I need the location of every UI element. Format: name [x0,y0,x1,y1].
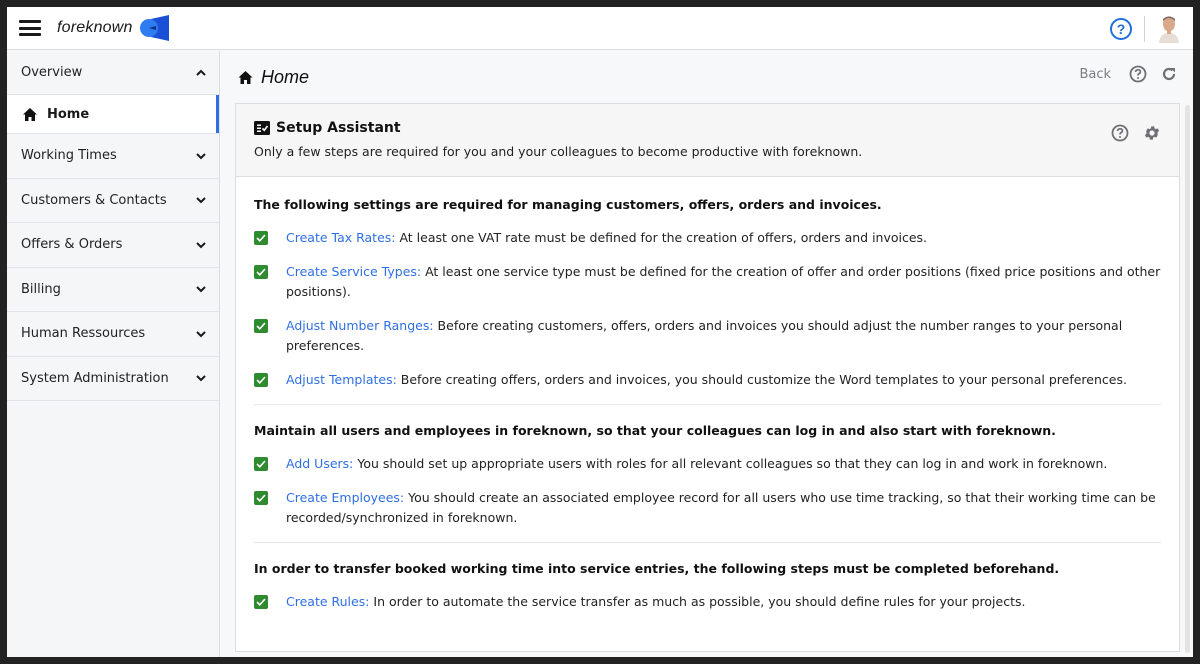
task-link-create-tax-rates[interactable]: Create Tax Rates: [286,230,396,245]
sidebar-item-working-times[interactable]: Working Times [7,134,219,179]
check-icon [256,598,266,606]
help-icon[interactable] [1111,124,1129,142]
card-body: The following settings are required for … [236,177,1179,612]
check-icon [256,322,266,330]
sidebar-item-label: Offers & Orders [21,237,123,253]
top-bar: foreknown ? [7,7,1193,50]
check-icon [256,376,266,384]
task-description: You should set up appropriate users with… [353,456,1108,471]
task-item: Adjust Templates: Before creating offers… [254,370,1161,390]
refresh-icon[interactable] [1161,66,1177,82]
task-link-adjust-number-ranges[interactable]: Adjust Number Ranges: [286,318,434,333]
main-content: Home Back Setup Assistant Only a few ste… [221,51,1193,657]
task-checkbox[interactable] [254,319,268,333]
task-description: At least one VAT rate must be defined fo… [395,230,928,245]
sidebar-item-home[interactable]: Home [7,95,219,134]
task-description: In order to automate the service transfe… [369,594,1026,609]
task-link-create-employees[interactable]: Create Employees: [286,490,404,505]
task-item: Create Service Types: At least one servi… [254,262,1161,302]
task-checkbox[interactable] [254,265,268,279]
sidebar-item-human-ressources[interactable]: Human Ressources [7,312,219,357]
task-link-create-rules[interactable]: Create Rules: [286,594,369,609]
sidebar-item-label: Human Ressources [21,326,146,342]
chevron-down-icon [196,331,206,338]
brand-logo-link[interactable]: foreknown [57,15,171,41]
chevron-down-icon [196,286,206,293]
task-checkbox[interactable] [254,595,268,609]
checklist-icon [254,121,270,135]
sidebar-item-billing[interactable]: Billing [7,268,219,312]
task-checkbox[interactable] [254,373,268,387]
task-item: Create Rules: In order to automate the s… [254,592,1161,612]
hamburger-icon[interactable] [19,20,41,36]
sidebar-item-system-administration[interactable]: System Administration [7,357,219,401]
user-avatar[interactable] [1157,15,1181,43]
sidebar-item-label: Customers & Contacts [21,192,167,208]
task-link-add-users[interactable]: Add Users: [286,456,353,471]
divider [1144,15,1145,42]
sidebar-item-label: Billing [21,281,61,297]
gear-icon[interactable] [1143,124,1161,142]
task-description: Before creating offers, orders and invoi… [396,372,1127,387]
task-checkbox[interactable] [254,457,268,471]
home-icon [23,107,37,121]
help-icon[interactable] [1129,65,1147,83]
task-checkbox[interactable] [254,491,268,505]
section-title: Maintain all users and employees in fore… [254,423,1056,438]
check-icon [256,494,266,502]
task-item: Adjust Number Ranges: Before creating cu… [254,316,1161,356]
check-icon [256,234,266,242]
sidebar-item-label: Home [47,106,90,122]
help-icon[interactable]: ? [1110,17,1132,40]
chevron-down-icon [196,375,206,382]
chevron-up-icon [196,69,206,76]
brand-name: foreknown [57,19,133,36]
task-description: You should create an associated employee… [286,490,1156,525]
sidebar-item-label: Overview [21,65,83,80]
task-item: Create Employees: You should create an a… [254,488,1161,528]
task-item: Add Users: You should set up appropriate… [254,454,1161,474]
chevron-down-icon [196,242,206,249]
scrollbar[interactable] [1185,105,1190,653]
section-divider [254,542,1161,543]
sidebar-item-label: System Administration [21,370,169,386]
back-button[interactable]: Back [1079,67,1111,82]
page-header: Home [221,51,1193,103]
sidebar-item-offers-orders[interactable]: Offers & Orders [7,223,219,268]
task-link-adjust-templates[interactable]: Adjust Templates: [286,372,397,387]
check-icon [256,268,266,276]
task-link-create-service-types[interactable]: Create Service Types: [286,264,421,279]
brand-logo-icon [139,15,169,41]
task-checkbox[interactable] [254,231,268,245]
check-icon [256,460,266,468]
sidebar: Overview Home Working Times Customers & … [7,51,220,657]
setup-assistant-card: Setup Assistant Only a few steps are req… [235,103,1180,652]
section-title: In order to transfer booked working time… [254,561,1060,576]
card-header: Setup Assistant Only a few steps are req… [236,104,1179,177]
chevron-down-icon [196,153,206,160]
sidebar-item-customers-contacts[interactable]: Customers & Contacts [7,179,219,223]
card-subtitle: Only a few steps are required for you an… [254,144,863,159]
chevron-down-icon [196,197,206,204]
task-item: Create Tax Rates: At least one VAT rate … [254,228,1161,248]
page-title: Home [261,66,310,87]
card-title: Setup Assistant [276,120,401,136]
app-window: foreknown ? Overview Home Working Times … [7,7,1193,657]
sidebar-item-label: Working Times [21,148,117,164]
section-divider [254,404,1161,405]
home-icon [238,70,253,84]
section-title: The following settings are required for … [254,197,882,212]
sidebar-item-overview[interactable]: Overview [7,51,219,95]
